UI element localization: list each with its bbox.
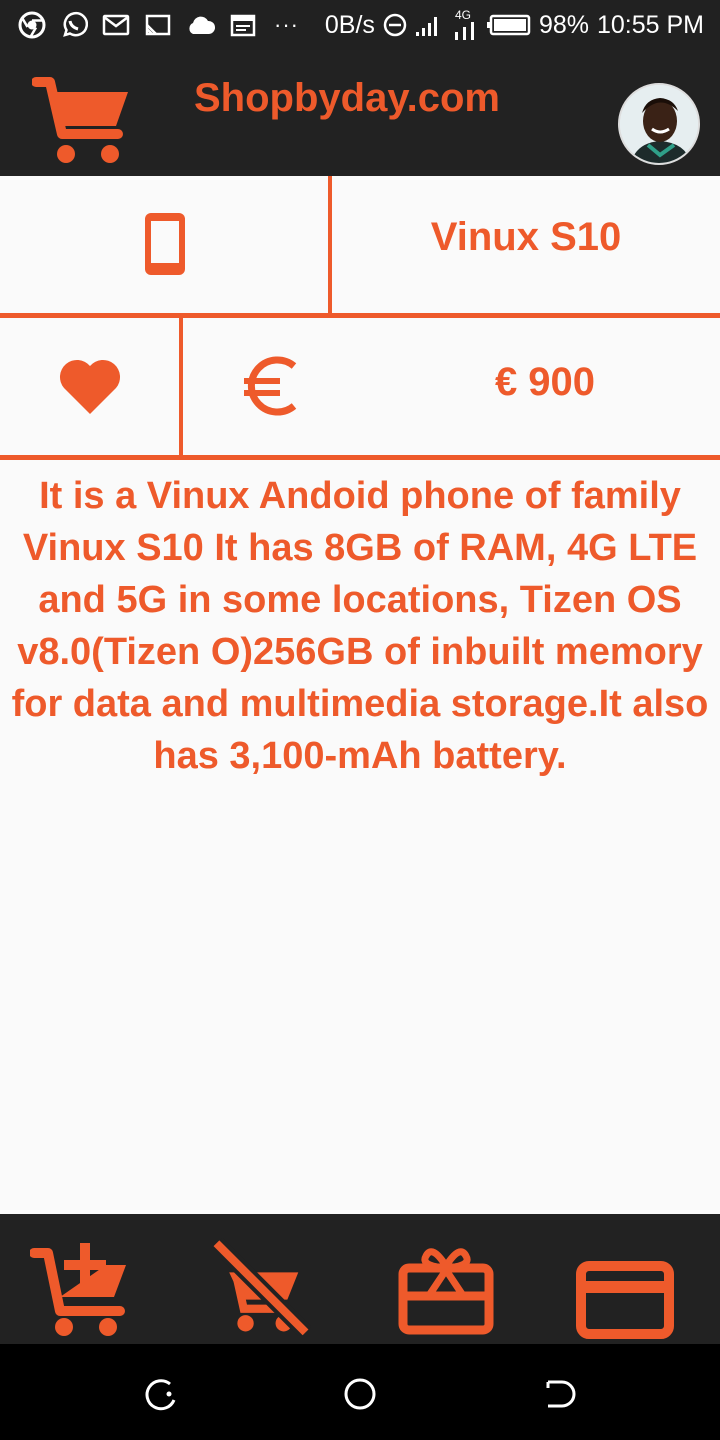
home-icon[interactable] [340,1374,380,1414]
euro-icon [244,356,297,416]
dnd-icon [383,13,407,37]
add-to-cart-icon[interactable] [30,1238,130,1338]
clock: 10:55 PM [596,10,704,39]
network-type: 4G [453,8,479,40]
network-speed: 0B/s [324,10,375,39]
whatsapp-icon [63,11,88,37]
product-description: It is a Vinux Andoid phone of family Vin… [11,475,709,777]
recent-apps-icon[interactable] [142,1374,182,1414]
smartphone-icon [145,213,185,275]
app-bar: Shopbyday.com [0,50,720,176]
credit-card-icon[interactable] [576,1250,674,1350]
cast-icon [145,14,171,36]
remove-from-cart-icon[interactable] [206,1236,316,1336]
cloud-icon [189,16,216,34]
more-notifications: ··· [274,12,299,37]
calendar-icon [230,14,256,37]
back-icon[interactable] [540,1374,580,1414]
gift-card-icon[interactable] [398,1242,494,1342]
signal-icon [415,17,437,36]
system-nav-bar [0,1344,720,1440]
divider-vertical-2 [179,318,183,456]
battery-icon [486,14,531,36]
system-status: 0B/s 4G 98% 10:55 PM [325,0,704,50]
shopping-cart-icon[interactable] [32,74,132,166]
product-price: € 900 [494,360,596,404]
chrome-icon [18,11,46,39]
divider-horizontal-2 [0,455,720,460]
status-bar: ··· 0B/s 4G 98% 10:55 PM [0,0,720,50]
battery-percent: 98% [538,10,589,39]
avatar-photo [620,85,698,163]
app-title: Shopbyday.com [194,76,500,120]
heart-icon[interactable] [58,356,122,416]
gmail-icon [102,14,130,36]
bottom-action-bar [0,1214,720,1344]
product-name: Vinux S10 [430,215,622,259]
divider-horizontal-1 [0,313,720,318]
user-avatar[interactable] [618,83,700,165]
notification-icons: ··· [18,10,299,40]
